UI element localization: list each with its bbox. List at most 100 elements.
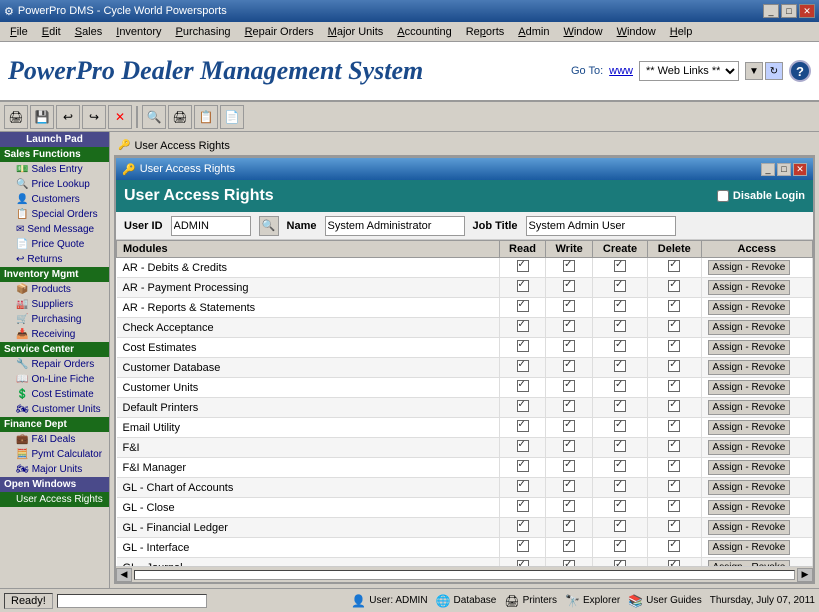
delete-cell[interactable] xyxy=(648,258,702,278)
write-checkbox[interactable] xyxy=(563,380,575,392)
assign-revoke-button[interactable]: Assign - Revoke xyxy=(708,300,791,315)
create-cell[interactable] xyxy=(593,318,648,338)
read-checkbox[interactable] xyxy=(517,360,529,372)
delete-checkbox[interactable] xyxy=(668,360,680,372)
delete-cell[interactable] xyxy=(648,458,702,478)
write-checkbox[interactable] xyxy=(563,440,575,452)
menu-purchasing[interactable]: Purchasing xyxy=(170,24,237,40)
create-cell[interactable] xyxy=(593,278,648,298)
write-checkbox[interactable] xyxy=(563,460,575,472)
assign-revoke-button[interactable]: Assign - Revoke xyxy=(708,280,791,295)
write-checkbox[interactable] xyxy=(563,320,575,332)
create-cell[interactable] xyxy=(593,398,648,418)
job-title-input[interactable] xyxy=(526,216,676,236)
uar-maximize-btn[interactable]: □ xyxy=(777,163,791,176)
read-checkbox[interactable] xyxy=(517,280,529,292)
create-cell[interactable] xyxy=(593,458,648,478)
delete-checkbox[interactable] xyxy=(668,280,680,292)
read-cell[interactable] xyxy=(499,518,545,538)
sidebar-section-inventory[interactable]: Inventory Mgmt xyxy=(0,267,109,282)
toolbar-btn-2[interactable]: 💾 xyxy=(30,105,54,129)
create-checkbox[interactable] xyxy=(614,360,626,372)
delete-checkbox[interactable] xyxy=(668,520,680,532)
assign-revoke-button[interactable]: Assign - Revoke xyxy=(708,380,791,395)
sidebar-section-service[interactable]: Service Center xyxy=(0,342,109,357)
create-cell[interactable] xyxy=(593,518,648,538)
menu-help[interactable]: Help xyxy=(664,24,699,40)
status-explorer[interactable]: 🔭 Explorer xyxy=(565,594,620,608)
assign-revoke-button[interactable]: Assign - Revoke xyxy=(708,480,791,495)
write-cell[interactable] xyxy=(546,418,593,438)
delete-checkbox[interactable] xyxy=(668,480,680,492)
delete-checkbox[interactable] xyxy=(668,400,680,412)
delete-cell[interactable] xyxy=(648,478,702,498)
sidebar-item-pymt-calculator[interactable]: 🧮Pymt Calculator xyxy=(0,447,109,462)
minimize-button[interactable]: _ xyxy=(763,4,779,18)
delete-checkbox[interactable] xyxy=(668,460,680,472)
sidebar-item-sales-entry[interactable]: 💵Sales Entry xyxy=(0,162,109,177)
write-cell[interactable] xyxy=(546,478,593,498)
write-cell[interactable] xyxy=(546,398,593,418)
scroll-right-btn[interactable]: ▶ xyxy=(797,568,813,582)
weblinks-select[interactable]: ** Web Links ** xyxy=(639,61,739,81)
delete-checkbox[interactable] xyxy=(668,340,680,352)
read-cell[interactable] xyxy=(499,558,545,567)
read-cell[interactable] xyxy=(499,478,545,498)
horizontal-scrollbar[interactable]: ◀ ▶ xyxy=(116,566,813,582)
disable-login-checkbox[interactable] xyxy=(717,190,729,202)
refresh-button[interactable]: ↻ xyxy=(765,62,783,80)
write-checkbox[interactable] xyxy=(563,300,575,312)
create-cell[interactable] xyxy=(593,558,648,567)
read-checkbox[interactable] xyxy=(517,540,529,552)
read-cell[interactable] xyxy=(499,538,545,558)
write-checkbox[interactable] xyxy=(563,340,575,352)
delete-cell[interactable] xyxy=(648,558,702,567)
read-checkbox[interactable] xyxy=(517,480,529,492)
create-cell[interactable] xyxy=(593,498,648,518)
uar-title-controls[interactable]: _ □ ✕ xyxy=(761,163,807,176)
goto-www[interactable]: www xyxy=(609,65,633,77)
menu-admin[interactable]: Admin xyxy=(512,24,555,40)
toolbar-btn-3[interactable]: ↩ xyxy=(56,105,80,129)
write-checkbox[interactable] xyxy=(563,560,575,566)
uar-minimize-btn[interactable]: _ xyxy=(761,163,775,176)
delete-checkbox[interactable] xyxy=(668,540,680,552)
delete-cell[interactable] xyxy=(648,438,702,458)
read-checkbox[interactable] xyxy=(517,400,529,412)
sidebar-item-user-access-rights[interactable]: User Access Rights xyxy=(0,492,109,507)
create-cell[interactable] xyxy=(593,478,648,498)
menu-sales[interactable]: Sales xyxy=(69,24,109,40)
assign-revoke-button[interactable]: Assign - Revoke xyxy=(708,260,791,275)
toolbar-btn-9[interactable]: 📄 xyxy=(220,105,244,129)
read-checkbox[interactable] xyxy=(517,260,529,272)
read-checkbox[interactable] xyxy=(517,500,529,512)
delete-checkbox[interactable] xyxy=(668,380,680,392)
create-checkbox[interactable] xyxy=(614,320,626,332)
write-cell[interactable] xyxy=(546,558,593,567)
status-user-guides[interactable]: 📚 User Guides xyxy=(628,594,702,608)
create-checkbox[interactable] xyxy=(614,400,626,412)
read-cell[interactable] xyxy=(499,318,545,338)
create-cell[interactable] xyxy=(593,538,648,558)
read-cell[interactable] xyxy=(499,378,545,398)
create-cell[interactable] xyxy=(593,358,648,378)
user-id-input[interactable] xyxy=(171,216,251,236)
create-cell[interactable] xyxy=(593,338,648,358)
write-cell[interactable] xyxy=(546,518,593,538)
read-checkbox[interactable] xyxy=(517,440,529,452)
read-checkbox[interactable] xyxy=(517,320,529,332)
menu-major-units[interactable]: Major Units xyxy=(322,24,390,40)
create-cell[interactable] xyxy=(593,418,648,438)
assign-revoke-button[interactable]: Assign - Revoke xyxy=(708,320,791,335)
status-database[interactable]: 🌐 Database xyxy=(436,594,497,608)
read-checkbox[interactable] xyxy=(517,520,529,532)
write-cell[interactable] xyxy=(546,338,593,358)
assign-revoke-button[interactable]: Assign - Revoke xyxy=(708,540,791,555)
assign-revoke-button[interactable]: Assign - Revoke xyxy=(708,440,791,455)
read-cell[interactable] xyxy=(499,298,545,318)
toolbar-btn-7[interactable]: 🖨 xyxy=(168,105,192,129)
status-printers[interactable]: 🖨 Printers xyxy=(504,594,557,608)
toolbar-btn-1[interactable]: 🖨 xyxy=(4,105,28,129)
sidebar-item-products[interactable]: 📦Products xyxy=(0,282,109,297)
sidebar-item-customers[interactable]: 👤Customers xyxy=(0,192,109,207)
